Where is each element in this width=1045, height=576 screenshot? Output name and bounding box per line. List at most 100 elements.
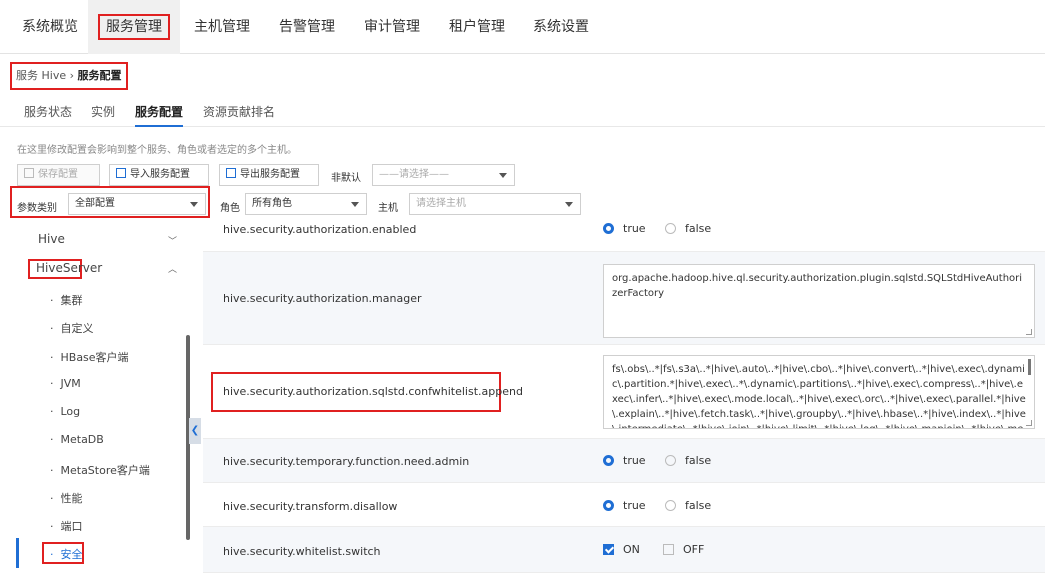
breadcrumb-current: 服务配置 [77, 69, 122, 82]
radio-true[interactable]: true [603, 499, 646, 512]
breadcrumb-separator: › [69, 69, 75, 82]
nav-audit-management[interactable]: 审计管理 [357, 0, 427, 54]
tree-item-metadb[interactable]: · MetaDB [50, 433, 104, 446]
chevron-down-icon[interactable]: ﹀ [168, 234, 177, 247]
bullet: · [50, 322, 54, 335]
tree-item-label: JVM [60, 377, 81, 390]
checkbox-off[interactable]: OFF [663, 543, 704, 556]
bullet: · [50, 351, 54, 364]
param-name: hive.security.transform.disallow [223, 500, 398, 513]
nav-alarm-management[interactable]: 告警管理 [272, 0, 342, 54]
nav-system-settings[interactable]: 系统设置 [526, 0, 596, 54]
export-config-label: 导出服务配置 [240, 169, 300, 180]
param-value: org.apache.hadoop.hive.ql.security.autho… [612, 273, 1023, 299]
checkbox-on[interactable]: ON [603, 543, 640, 556]
radio-true[interactable]: true [603, 222, 646, 235]
nav-service-management[interactable]: 服务管理 [88, 0, 180, 54]
tree-item-log[interactable]: · Log [50, 405, 80, 418]
radio-label: false [685, 222, 712, 235]
nav-system-overview[interactable]: 系统概览 [20, 0, 80, 54]
save-config-label: 保存配置 [38, 169, 78, 180]
tree-item-cluster[interactable]: · 集群 [50, 292, 83, 308]
category-label: 参数类别 [17, 203, 57, 214]
role-select-value: 所有角色 [252, 198, 292, 209]
nav-host-management[interactable]: 主机管理 [192, 0, 252, 54]
tree-node-hiveserver[interactable]: HiveServer [36, 261, 102, 275]
sub-tabs: 服务状态 实例 服务配置 资源贡献排名 [0, 97, 1045, 127]
param-row: hive.security.transform.disallow true fa… [203, 483, 1045, 527]
resize-handle-icon[interactable] [1026, 329, 1032, 335]
save-config-button[interactable]: 保存配置 [17, 164, 100, 186]
parameter-tree: Hive ﹀ HiveServer ︿ · 集群 · 自定义 · HBase客户… [0, 220, 200, 576]
tab-resource-ranking[interactable]: 资源贡献排名 [203, 103, 275, 127]
tree-item-port[interactable]: · 端口 [50, 518, 83, 534]
tree-item-performance[interactable]: · 性能 [50, 490, 83, 506]
tree-item-label: MetaStore客户端 [60, 464, 150, 477]
tab-service-config[interactable]: 服务配置 [135, 103, 184, 127]
tab-service-status[interactable]: 服务状态 [24, 103, 72, 127]
tree-node-hive[interactable]: Hive [38, 232, 65, 246]
param-row: hive.security.temporary.function.need.ad… [203, 439, 1045, 483]
bullet: · [50, 405, 54, 418]
tree-item-label: 集群 [60, 294, 83, 307]
param-value: fs\.obs\..*|fs\.s3a\..*|hive\.auto\..*|h… [612, 364, 1026, 428]
param-value-textarea[interactable]: fs\.obs\..*|fs\.s3a\..*|hive\.auto\..*|h… [603, 355, 1035, 429]
tab-instances[interactable]: 实例 [91, 103, 115, 127]
tree-item-jvm[interactable]: · JVM [50, 377, 81, 390]
tree-item-label: 端口 [60, 520, 83, 533]
breadcrumb-service[interactable]: 服务 Hive [16, 69, 66, 82]
bullet: · [50, 294, 54, 307]
tree-item-label: 自定义 [60, 322, 94, 335]
category-select[interactable]: 全部配置 [68, 193, 206, 215]
chevron-down-icon [351, 202, 359, 207]
export-icon [226, 168, 236, 178]
bullet: · [50, 548, 54, 561]
textarea-scrollbar[interactable] [1028, 359, 1031, 375]
checkbox-label: OFF [683, 543, 705, 556]
import-config-label: 导入服务配置 [130, 169, 190, 180]
nav-tenant-management[interactable]: 租户管理 [442, 0, 512, 54]
tree-item-security[interactable]: · 安全 [50, 546, 83, 562]
export-config-button[interactable]: 导出服务配置 [219, 164, 319, 186]
radio-label: true [623, 222, 646, 235]
tree-item-label: HBase客户端 [60, 351, 129, 364]
chevron-down-icon [499, 173, 507, 178]
category-select-value: 全部配置 [75, 198, 115, 209]
param-row: hive.security.authorization.sqlstd.confw… [203, 345, 1045, 439]
config-hint: 在这里修改配置会影响到整个服务、角色或者选定的多个主机。 [17, 145, 297, 156]
non-default-select[interactable]: ——请选择—— [372, 164, 515, 186]
import-icon [116, 168, 126, 178]
nav-service-management-label: 服务管理 [98, 14, 170, 40]
tree-item-metastore-client[interactable]: · MetaStore客户端 [50, 462, 150, 478]
chevron-up-icon[interactable]: ︿ [168, 262, 177, 275]
breadcrumb: 服务 Hive › 服务配置 [10, 62, 128, 90]
param-name: hive.security.authorization.sqlstd.confw… [223, 385, 523, 398]
radio-false[interactable]: false [665, 499, 711, 512]
import-config-button[interactable]: 导入服务配置 [109, 164, 209, 186]
tree-item-custom[interactable]: · 自定义 [50, 320, 94, 336]
radio-icon [665, 500, 676, 511]
param-row: hive.security.whitelist.switch ON OFF [203, 527, 1045, 573]
bullet: · [50, 377, 54, 390]
tree-item-label: MetaDB [60, 433, 104, 446]
param-value-textarea[interactable]: org.apache.hadoop.hive.ql.security.autho… [603, 264, 1035, 338]
tree-item-hbase-client[interactable]: · HBase客户端 [50, 349, 129, 365]
radio-label: true [623, 454, 646, 467]
radio-label: false [685, 454, 712, 467]
tree-item-label: 安全 [60, 548, 83, 561]
radio-true[interactable]: true [603, 454, 646, 467]
bullet: · [50, 492, 54, 505]
param-row: hive.security.authorization.manager org.… [203, 252, 1045, 345]
chevron-down-icon [190, 202, 198, 207]
bullet: · [50, 433, 54, 446]
chevron-left-icon[interactable]: ❮ [189, 418, 201, 444]
radio-icon [603, 223, 614, 234]
radio-label: false [685, 499, 712, 512]
radio-false[interactable]: false [665, 222, 711, 235]
param-row: hive.security.authorization.enabled true… [203, 212, 1045, 252]
tree-item-label: 性能 [60, 492, 83, 505]
resize-handle-icon[interactable] [1026, 420, 1032, 426]
radio-icon [603, 455, 614, 466]
active-item-indicator [16, 538, 19, 568]
radio-false[interactable]: false [665, 454, 711, 467]
